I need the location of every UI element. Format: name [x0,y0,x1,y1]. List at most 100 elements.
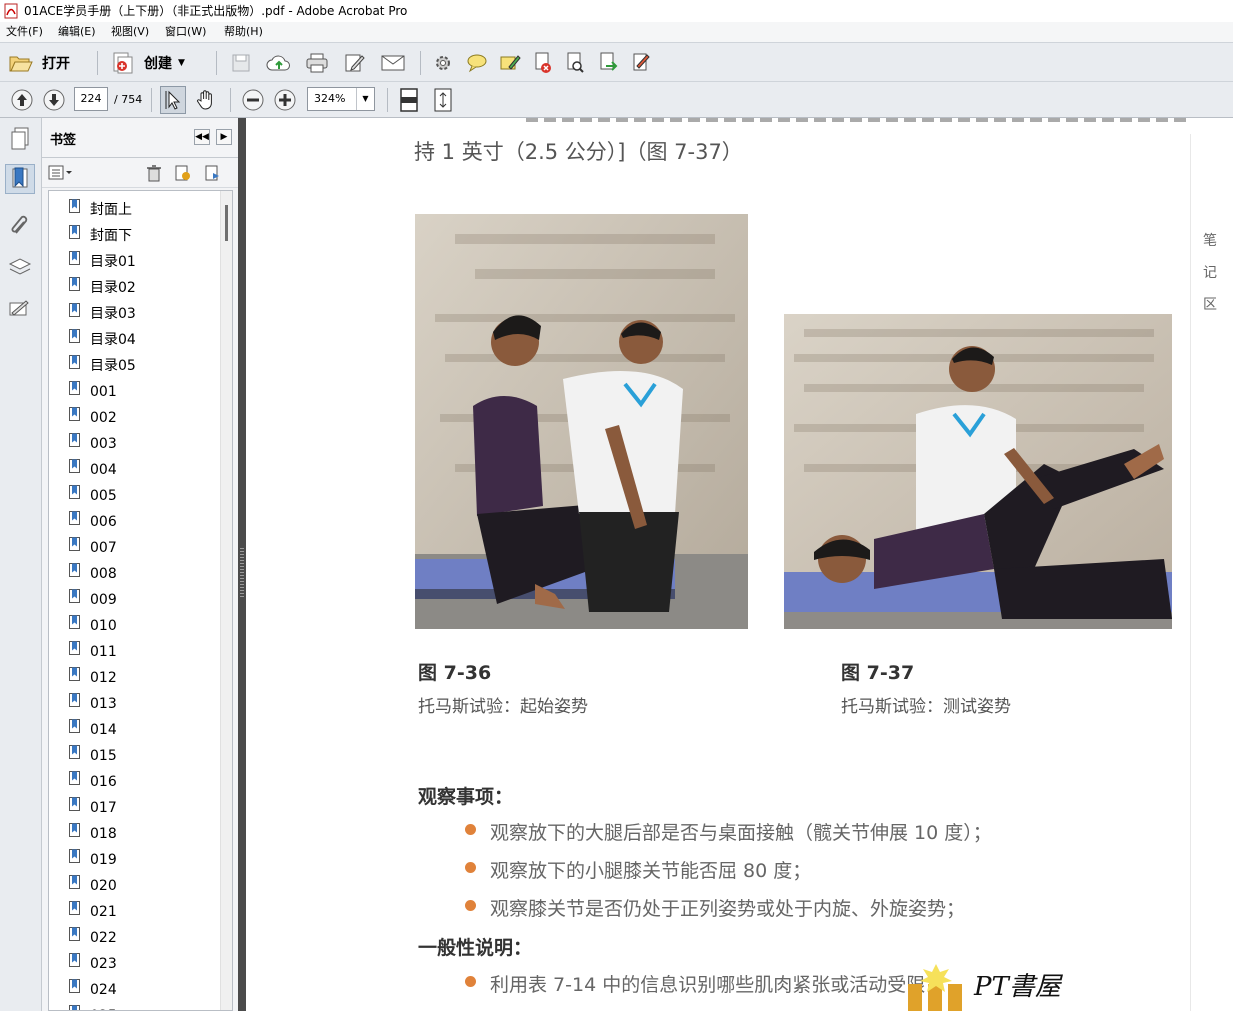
bookmark-page-icon [69,614,80,629]
bookmark-item[interactable]: 021 [69,899,117,925]
collapse-left-icon[interactable]: ◀◀ [194,129,210,145]
bookmark-item[interactable]: 目录04 [69,327,136,353]
bookmark-item[interactable]: 018 [69,821,117,847]
bookmark-item[interactable]: 025 [69,1003,117,1010]
bookmark-item[interactable]: 007 [69,535,117,561]
sign-button[interactable] [629,51,653,75]
save-icon [232,54,250,72]
scrollbar-thumb[interactable] [225,205,228,241]
fit-page-button[interactable] [396,86,422,114]
document-view[interactable]: 持 1 英寸（2.5 公分）]（图 7-37） 图 7-36 托马斯试验：起始姿… [246,118,1233,1011]
bookmark-item[interactable]: 010 [69,613,117,639]
bookmark-item[interactable]: 006 [69,509,117,535]
bookmarks-scrollbar[interactable] [220,191,232,1010]
signatures-button[interactable] [5,294,35,324]
bookmark-item[interactable]: 017 [69,795,117,821]
bookmark-item[interactable]: 012 [69,665,117,691]
chevron-down-icon[interactable]: ▼ [356,88,374,110]
bookmark-item[interactable]: 002 [69,405,117,431]
bookmark-page-icon [69,718,80,733]
bookmark-item[interactable]: 013 [69,691,117,717]
minus-circle-icon [242,89,264,111]
highlight-button[interactable] [497,51,523,75]
bookmark-item[interactable]: 008 [69,561,117,587]
navigation-pane-strip [0,118,42,1011]
previous-page-button[interactable] [9,87,35,113]
bookmark-item[interactable]: 020 [69,873,117,899]
edit-button[interactable] [342,51,368,75]
layers-button[interactable] [5,252,35,282]
bookmark-item[interactable]: 目录03 [69,301,136,327]
figure-7-36-photo [415,214,748,629]
bookmark-item[interactable]: 001 [69,379,117,405]
menu-file[interactable]: 文件(F) [6,22,43,42]
zoom-select[interactable]: 324% ▼ [307,87,375,111]
bookmark-page-icon [69,406,80,421]
bookmark-item[interactable]: 目录02 [69,275,136,301]
bookmark-page-icon [69,770,80,785]
settings-button[interactable] [431,51,455,75]
open-button[interactable]: 打开 [8,49,70,77]
comment-button[interactable] [464,51,490,75]
bookmark-item[interactable]: 019 [69,847,117,873]
page-thumbnails-button[interactable] [5,124,35,154]
bookmark-item[interactable]: 022 [69,925,117,951]
print-button[interactable] [304,51,330,75]
fit-width-button[interactable] [430,86,456,114]
pages-icon [11,127,29,150]
bookmark-page-icon [69,978,80,993]
bookmark-options-button[interactable] [48,164,74,182]
menu-edit[interactable]: 编辑(E) [58,22,96,42]
delete-bookmark-button[interactable] [146,164,164,182]
bookmark-page-icon [69,354,80,369]
bookmark-page-icon [69,562,80,577]
bookmark-item[interactable]: 005 [69,483,117,509]
bookmark-item[interactable]: 目录01 [69,249,136,275]
hand-tool-button[interactable] [193,86,219,114]
new-bookmark-button[interactable] [174,164,192,182]
expand-right-icon[interactable]: ▶ [216,129,232,145]
menu-view[interactable]: 视图(V) [111,22,149,42]
document-search-icon [567,52,584,73]
bookmark-item[interactable]: 015 [69,743,117,769]
email-button[interactable] [379,51,407,75]
bookmark-page-icon [69,484,80,499]
menu-window[interactable]: 窗口(W) [165,22,206,42]
page-number-input[interactable]: 224 [74,87,108,111]
bookmark-item[interactable]: 011 [69,639,117,665]
select-tool-button[interactable] [160,86,186,114]
bookmark-item[interactable]: 封面上 [69,197,132,223]
expand-bookmark-button[interactable] [204,164,222,182]
upload-button[interactable] [265,51,293,75]
panel-splitter[interactable] [238,118,246,1011]
attachments-button[interactable] [5,210,35,240]
side-note-2: 记 [1203,265,1217,281]
bookmark-item[interactable]: 目录05 [69,353,136,379]
delete-page-button[interactable] [531,51,555,75]
save-button[interactable] [229,51,253,75]
find-page-button[interactable] [563,51,587,75]
bookmark-item[interactable]: 009 [69,587,117,613]
bookmark-item[interactable]: 016 [69,769,117,795]
bookmark-item[interactable]: 024 [69,977,117,1003]
bookmark-item[interactable]: 003 [69,431,117,457]
bookmark-item[interactable]: 004 [69,457,117,483]
bookmark-item[interactable]: 封面下 [69,223,132,249]
export-button[interactable] [596,51,620,75]
bookmark-item[interactable]: 023 [69,951,117,977]
bookmarks-button[interactable] [5,164,35,194]
bookmark-page-icon [69,822,80,837]
zoom-in-button[interactable] [272,87,298,113]
bookmark-label: 013 [90,696,117,712]
bookmark-label: 001 [90,384,117,400]
menu-bar: 文件(F) 编辑(E) 视图(V) 窗口(W) 帮助(H) [0,22,1233,42]
observation-bullet-2: 观察放下的小腿膝关节能否屈 80 度； [490,860,812,882]
bookmark-item[interactable]: 014 [69,717,117,743]
menu-help[interactable]: 帮助(H) [224,22,263,42]
bookmark-label: 010 [90,618,117,634]
side-note-3: 区 [1203,297,1217,313]
create-button[interactable]: 创建 ▼ [110,49,185,77]
zoom-out-button[interactable] [240,87,266,113]
bookmark-label: 023 [90,956,117,972]
next-page-button[interactable] [41,87,67,113]
